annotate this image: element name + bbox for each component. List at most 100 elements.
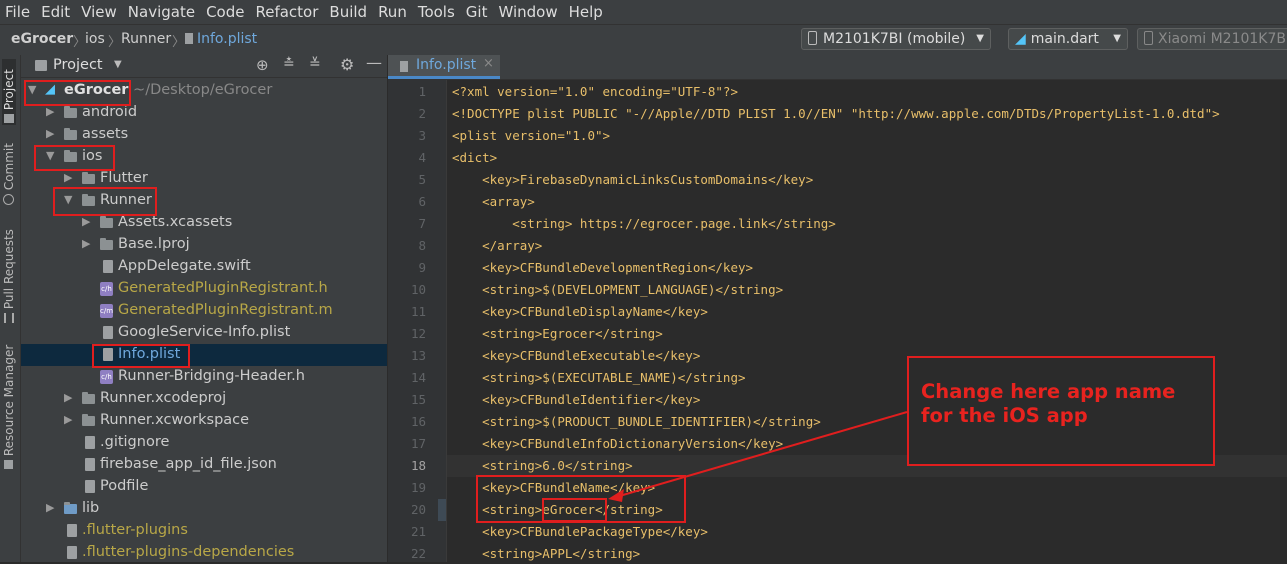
close-icon[interactable]: × bbox=[483, 56, 494, 71]
device-selector[interactable]: M2101K7BI (mobile) ▼ bbox=[801, 28, 991, 50]
tree-item-label: .flutter-plugins bbox=[82, 522, 188, 538]
highlight-box-ios bbox=[34, 145, 115, 171]
breadcrumb-runner[interactable]: Runner bbox=[121, 31, 171, 47]
line-number: 19 bbox=[410, 480, 426, 495]
text-file-icon bbox=[67, 546, 77, 559]
chevron-right-icon: ▶ bbox=[46, 105, 55, 118]
line-number: 20 bbox=[410, 502, 426, 517]
menu-git[interactable]: Git bbox=[461, 3, 494, 21]
tree-item-label: GoogleService-Info.plist bbox=[118, 324, 291, 340]
line-number: 21 bbox=[410, 524, 426, 539]
tree-item-generated-plugin-m[interactable]: c/m GeneratedPluginRegistrant.m bbox=[21, 300, 387, 322]
tree-item-podfile[interactable]: Podfile bbox=[21, 476, 387, 498]
expand-all-icon[interactable]: ≛ bbox=[283, 56, 295, 72]
text-file-icon bbox=[85, 480, 95, 493]
line-number: 2 bbox=[418, 106, 426, 121]
menu-run[interactable]: Run bbox=[373, 3, 413, 21]
code-line: <string>APPL</string> bbox=[452, 546, 641, 561]
tab-project[interactable]: Project bbox=[2, 59, 16, 125]
tree-item-label: Flutter bbox=[100, 170, 148, 186]
json-file-icon bbox=[85, 458, 95, 471]
code-line: <string>6.0</string> bbox=[452, 458, 633, 473]
tree-item-xcodeproj[interactable]: ▶ Runner.xcodeproj bbox=[21, 388, 387, 410]
line-number: 5 bbox=[418, 172, 426, 187]
highlight-box-runner bbox=[53, 187, 157, 216]
tree-item-assets[interactable]: ▶ assets bbox=[21, 124, 387, 146]
chevron-right-icon: ▶ bbox=[64, 171, 73, 184]
menu-build[interactable]: Build bbox=[324, 3, 373, 21]
collapse-all-icon[interactable]: ≚ bbox=[309, 56, 321, 72]
breadcrumb-file[interactable]: Info.plist bbox=[185, 31, 257, 47]
tree-item-label: Runner-Bridging-Header.h bbox=[118, 368, 305, 384]
editor-tab-bar: Info.plist × bbox=[388, 55, 1287, 80]
objc-file-icon: c/m bbox=[100, 304, 113, 318]
breadcrumb-ios[interactable]: ios bbox=[85, 31, 105, 47]
swift-file-icon bbox=[103, 260, 113, 273]
menu-window[interactable]: Window bbox=[493, 3, 563, 21]
breadcrumb-separator-icon: 〉 bbox=[172, 35, 186, 50]
menu-file[interactable]: File bbox=[0, 3, 36, 21]
run-config-selector[interactable]: ◢ main.dart ▼ bbox=[1008, 28, 1128, 50]
tree-item-flutter-plugins-dependencies[interactable]: .flutter-plugins-dependencies bbox=[21, 542, 387, 564]
menu-refactor[interactable]: Refactor bbox=[250, 3, 324, 21]
tree-item-generated-plugin-h[interactable]: c/h GeneratedPluginRegistrant.h bbox=[21, 278, 387, 300]
header-file-icon: c/h bbox=[100, 282, 113, 296]
tree-item-xcworkspace[interactable]: ▶ Runner.xcworkspace bbox=[21, 410, 387, 432]
code-line: <string>$(EXECUTABLE_NAME)</string> bbox=[452, 370, 746, 385]
tree-item-bridging-header[interactable]: c/h Runner-Bridging-Header.h bbox=[21, 366, 387, 388]
line-number: 8 bbox=[418, 238, 426, 253]
tree-item-appdelegate[interactable]: AppDelegate.swift bbox=[21, 256, 387, 278]
tree-item-gitignore[interactable]: .gitignore bbox=[21, 432, 387, 454]
locate-file-icon[interactable]: ⊕ bbox=[256, 56, 269, 74]
tree-item-label: .gitignore bbox=[100, 434, 170, 450]
tree-item-base-lproj[interactable]: ▶ Base.lproj bbox=[21, 234, 387, 256]
chevron-down-icon[interactable]: ▼ bbox=[114, 59, 122, 70]
tree-item-flutter-plugins[interactable]: .flutter-plugins bbox=[21, 520, 387, 542]
code-line: <string>Egrocer</string> bbox=[452, 326, 663, 341]
menu-tools[interactable]: Tools bbox=[413, 3, 461, 21]
target-device-selector[interactable]: Xiaomi M2101K7BI bbox=[1137, 28, 1287, 50]
tab-info-plist[interactable]: Info.plist × bbox=[388, 55, 500, 79]
code-line: <string>$(DEVELOPMENT_LANGUAGE)</string> bbox=[452, 282, 784, 297]
project-panel-title[interactable]: Project bbox=[53, 57, 103, 73]
line-number: 16 bbox=[410, 414, 426, 429]
line-number: 18 bbox=[410, 458, 426, 473]
breadcrumb-separator-icon: 〉 bbox=[108, 35, 122, 50]
tab-pull-requests[interactable]: Pull Requests bbox=[2, 225, 16, 323]
tab-commit[interactable]: Commit bbox=[2, 139, 16, 205]
code-line: <key>CFBundlePackageType</key> bbox=[452, 524, 708, 539]
line-number: 4 bbox=[418, 150, 426, 165]
tree-item-label: Base.lproj bbox=[118, 236, 190, 252]
modified-line-marker bbox=[438, 499, 446, 521]
gear-icon[interactable]: ⚙ bbox=[340, 55, 354, 74]
chevron-right-icon: ▶ bbox=[64, 391, 73, 404]
line-number: 22 bbox=[410, 546, 426, 561]
chevron-right-icon: ▶ bbox=[46, 127, 55, 140]
tree-item-info-plist[interactable]: Info.plist bbox=[21, 344, 387, 366]
menu-edit[interactable]: Edit bbox=[36, 3, 76, 21]
line-number: 7 bbox=[418, 216, 426, 231]
tree-item-firebase-json[interactable]: firebase_app_id_file.json bbox=[21, 454, 387, 476]
menu-code[interactable]: Code bbox=[201, 3, 250, 21]
tree-item-label: firebase_app_id_file.json bbox=[100, 456, 277, 472]
menu-view[interactable]: View bbox=[76, 3, 123, 21]
text-file-icon bbox=[67, 524, 77, 537]
line-number: 15 bbox=[410, 392, 426, 407]
tool-window-strip: Project Commit Pull Requests Resource Ma… bbox=[0, 55, 21, 562]
line-number: 17 bbox=[410, 436, 426, 451]
tree-item-label: Runner.xcworkspace bbox=[100, 412, 250, 428]
minimize-icon[interactable]: — bbox=[366, 53, 382, 72]
breadcrumb-project[interactable]: eGrocer bbox=[11, 31, 73, 47]
menu-navigate[interactable]: Navigate bbox=[123, 3, 201, 21]
folder-icon bbox=[82, 414, 95, 426]
highlight-box-project bbox=[24, 80, 131, 106]
header-file-icon: c/h bbox=[100, 370, 113, 384]
tree-item-googleservice[interactable]: GoogleService-Info.plist bbox=[21, 322, 387, 344]
tab-resource-manager[interactable]: Resource Manager bbox=[2, 343, 16, 469]
code-line: <plist version="1.0"> bbox=[452, 128, 611, 143]
menu-help[interactable]: Help bbox=[564, 3, 609, 21]
chevron-right-icon: ▶ bbox=[46, 501, 55, 514]
highlight-box-app-name-value bbox=[542, 498, 607, 522]
tree-item-lib[interactable]: ▶ lib bbox=[21, 498, 387, 520]
chevron-right-icon: ▶ bbox=[64, 413, 73, 426]
